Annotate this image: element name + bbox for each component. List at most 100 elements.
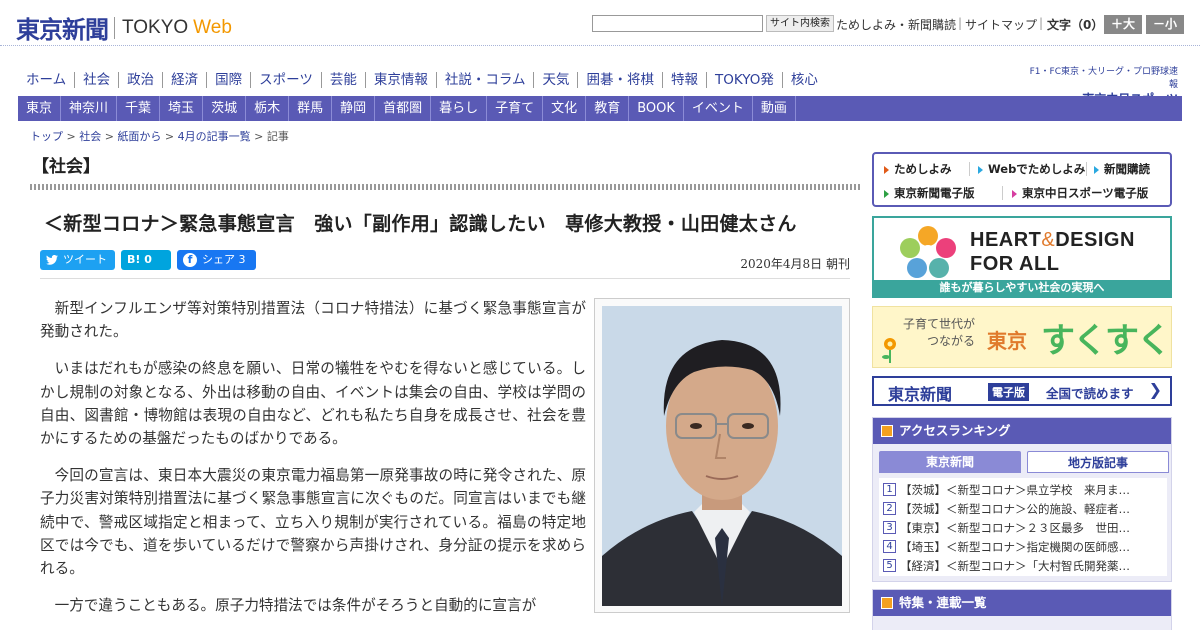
heart-amp: & bbox=[1041, 229, 1056, 251]
area-item-saitama[interactable]: 埼玉 bbox=[160, 96, 204, 121]
hatena-bookmark-button[interactable]: B! 0 bbox=[121, 250, 171, 270]
arrow-right-icon bbox=[1012, 189, 1017, 198]
nav-item-sports[interactable]: スポーツ bbox=[251, 72, 322, 88]
ranking-item[interactable]: 1 【茨城】＜新型コロナ＞県立学校 来月ま… bbox=[883, 480, 1163, 499]
trial-subscribe-link[interactable]: ためしよみ・新聞購読 bbox=[836, 16, 956, 33]
rank-title: 【茨城】＜新型コロナ＞公的施設、軽症者… bbox=[900, 501, 1130, 516]
nav-item-society[interactable]: 社会 bbox=[75, 72, 120, 88]
web-trial-read-label: Webでためしよみ bbox=[988, 162, 1086, 176]
nav-item-economy[interactable]: 経済 bbox=[163, 72, 208, 88]
area-item-chiba[interactable]: 千葉 bbox=[117, 96, 161, 121]
web-trial-read-link[interactable]: Webでためしよみ bbox=[978, 161, 1085, 177]
trial-read-link[interactable]: ためしよみ bbox=[884, 161, 952, 177]
area-item-tochigi[interactable]: 栃木 bbox=[246, 96, 290, 121]
nav-item-core[interactable]: 核心 bbox=[783, 72, 826, 88]
heart-design-banner[interactable]: HEART&DESIGN FOR ALL 誰もが暮らしやすい社会の実現へ bbox=[872, 216, 1172, 298]
tab-tokyo-shimbun[interactable]: 東京新聞 bbox=[879, 451, 1021, 473]
area-item-gunma[interactable]: 群馬 bbox=[289, 96, 333, 121]
rank-title: 【経済】＜新型コロナ＞「大村智氏開発薬… bbox=[900, 558, 1130, 573]
area-item-event[interactable]: イベント bbox=[684, 96, 753, 121]
breadcrumb-april-list[interactable]: 4月の記事一覧 bbox=[178, 130, 251, 143]
font-larger-button[interactable]: ＋大 bbox=[1104, 15, 1142, 34]
digital-edition-link[interactable]: 東京新聞電子版 bbox=[884, 185, 975, 201]
nav-item-weather[interactable]: 天気 bbox=[534, 72, 579, 88]
ranking-title: アクセスランキング bbox=[899, 423, 1011, 438]
for-all-word: FOR ALL bbox=[970, 253, 1060, 275]
flower-logo-icon bbox=[900, 226, 956, 278]
area-item-parenting[interactable]: 子育て bbox=[487, 96, 544, 121]
sukusuku-tagline: 子育て世代が つながる bbox=[903, 316, 975, 350]
tab-local-edition[interactable]: 地方版記事 bbox=[1027, 451, 1169, 473]
area-item-education[interactable]: 教育 bbox=[586, 96, 630, 121]
tokyo-sukusuku-banner[interactable]: 子育て世代が つながる 東京 すくすく bbox=[872, 306, 1172, 368]
nav-item-special-report[interactable]: 特報 bbox=[663, 72, 707, 88]
tweet-button[interactable]: ツイート bbox=[40, 250, 115, 270]
area-item-kanagawa[interactable]: 神奈川 bbox=[61, 96, 118, 121]
nav-item-home[interactable]: ホーム bbox=[18, 72, 76, 88]
sukusuku-tagline-1: 子育て世代が bbox=[903, 317, 976, 331]
area-item-ibaraki[interactable]: 茨城 bbox=[203, 96, 247, 121]
font-smaller-button[interactable]: －小 bbox=[1146, 15, 1184, 34]
portrait-photo[interactable] bbox=[602, 306, 842, 606]
nav-item-go-shogi[interactable]: 囲碁・将棋 bbox=[578, 72, 663, 88]
area-item-living[interactable]: 暮らし bbox=[431, 96, 488, 121]
heart-design-tagline: 誰もが暮らしやすい社会の実現へ bbox=[874, 280, 1170, 296]
sukusuku-tokyo: 東京 bbox=[987, 329, 1027, 353]
rank-number: 1 bbox=[883, 483, 896, 496]
ranking-item[interactable]: 2 【茨城】＜新型コロナ＞公的施設、軽症者… bbox=[883, 499, 1163, 518]
ranking-item[interactable]: 4 【埼玉】＜新型コロナ＞指定機関の医師感… bbox=[883, 537, 1163, 556]
denshi-paper-name: 東京新聞 bbox=[888, 385, 953, 404]
article-paragraph: 一方で違うこともある。原子力特措法では条件がそろうと自動的に宣言が bbox=[54, 597, 537, 615]
arrow-right-icon bbox=[884, 189, 889, 198]
nav-item-entertainment[interactable]: 芸能 bbox=[322, 72, 366, 88]
nav-item-tokyo-hatsu[interactable]: TOKYO発 bbox=[707, 72, 783, 88]
site-logo[interactable]: 東京新聞 TOKYO Web bbox=[16, 10, 232, 45]
breadcrumb-current: 記事 bbox=[266, 130, 289, 143]
logo-kanji: 東京新聞 bbox=[16, 15, 109, 44]
area-item-tokyo[interactable]: 東京 bbox=[18, 96, 62, 121]
breadcrumb-society[interactable]: 社会 bbox=[79, 130, 101, 143]
area-item-culture[interactable]: 文化 bbox=[543, 96, 587, 121]
facebook-share-button[interactable]: f シェア 3 bbox=[177, 250, 256, 270]
breadcrumb-top[interactable]: トップ bbox=[30, 130, 63, 143]
nav-item-politics[interactable]: 政治 bbox=[119, 72, 164, 88]
main-nav: ホーム 社会 政治 経済 国際 スポーツ 芸能 東京情報 社説・コラム 天気 囲… bbox=[18, 70, 826, 90]
feature-title[interactable]: 特集・連載一覧 bbox=[899, 590, 987, 616]
ranking-item[interactable]: 5 【経済】＜新型コロナ＞「大村智氏開発薬… bbox=[883, 556, 1163, 575]
logo-divider bbox=[114, 16, 115, 39]
chunichi-tagline: F1・FC東京・大リーグ・プロ野球速報 bbox=[1029, 67, 1178, 90]
area-item-video[interactable]: 動画 bbox=[753, 96, 796, 121]
facebook-icon: f bbox=[183, 253, 197, 267]
heart-word: HEART bbox=[970, 229, 1042, 251]
nav-item-editorial[interactable]: 社説・コラム bbox=[437, 72, 535, 88]
tweet-label: ツイート bbox=[63, 253, 107, 266]
arrow-right-icon bbox=[884, 165, 889, 174]
ranking-item[interactable]: 3 【東京】＜新型コロナ＞２３区最多 世田… bbox=[883, 518, 1163, 537]
article-date: 2020年4月8日 朝刊 bbox=[740, 257, 850, 271]
rank-number: 5 bbox=[883, 559, 896, 572]
area-item-book[interactable]: BOOK bbox=[629, 96, 684, 121]
site-search-button[interactable]: サイト内検索 bbox=[766, 15, 834, 32]
chunichi-digital-label: 東京中日スポーツ電子版 bbox=[1022, 186, 1149, 200]
denshi-badge: 電子版 bbox=[988, 383, 1029, 401]
flower-sprout-icon bbox=[882, 338, 896, 363]
trial-read-label: ためしよみ bbox=[894, 162, 952, 176]
subscribe-link[interactable]: 新聞購読 bbox=[1094, 161, 1150, 177]
link-divider bbox=[1002, 186, 1003, 200]
chunichi-digital-link[interactable]: 東京中日スポーツ電子版 bbox=[1012, 185, 1148, 201]
rank-title: 【茨城】＜新型コロナ＞県立学校 来月ま… bbox=[900, 482, 1130, 497]
rank-number: 2 bbox=[883, 502, 896, 515]
link-separator: | bbox=[958, 16, 963, 30]
article-divider bbox=[40, 278, 850, 279]
digital-edition-banner[interactable]: 東京新聞 電子版 全国で読めます ❯ bbox=[872, 376, 1172, 406]
nav-item-international[interactable]: 国際 bbox=[207, 72, 252, 88]
logo-web: Web bbox=[193, 16, 232, 38]
search-input[interactable] bbox=[592, 15, 763, 32]
area-item-shizuoka[interactable]: 静岡 bbox=[332, 96, 376, 121]
nav-item-tokyo-info[interactable]: 東京情報 bbox=[366, 72, 437, 88]
area-item-shutoken[interactable]: 首都圏 bbox=[375, 96, 432, 121]
breadcrumb-from-paper[interactable]: 紙面から bbox=[117, 130, 161, 143]
sitemap-link[interactable]: サイトマップ bbox=[965, 16, 1037, 33]
twitter-bird-icon bbox=[46, 255, 58, 265]
link-divider bbox=[1086, 162, 1087, 176]
